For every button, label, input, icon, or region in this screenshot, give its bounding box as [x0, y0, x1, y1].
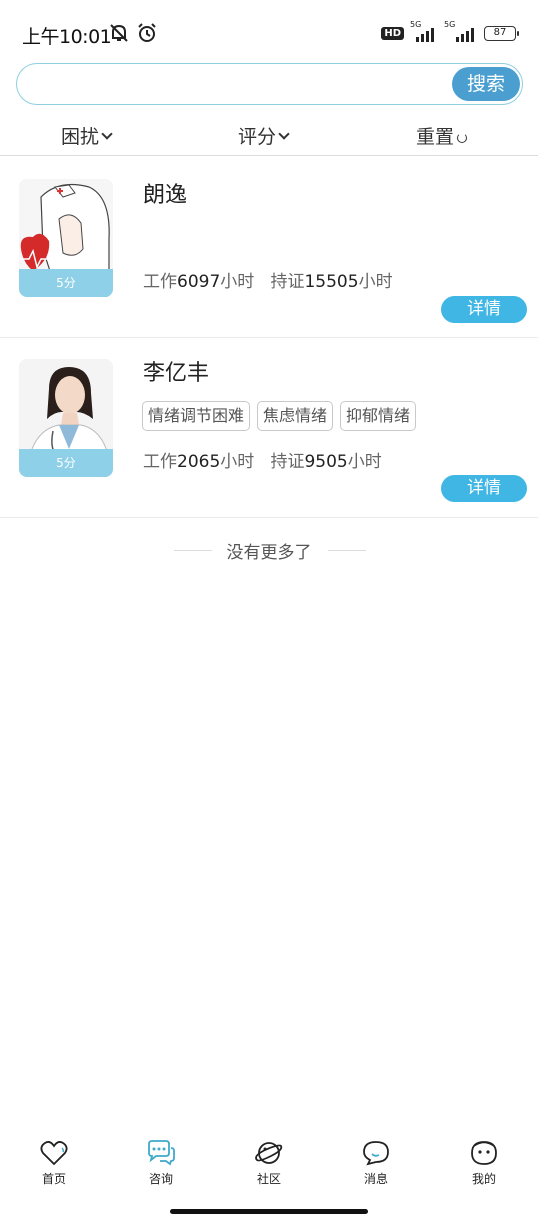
- muted-bell-icon: [108, 22, 130, 48]
- nav-item-profile[interactable]: 我的: [444, 1136, 524, 1187]
- filter-bar: 困扰 评分 重置: [0, 114, 538, 156]
- heart-icon: [14, 1140, 94, 1166]
- nav-item-community[interactable]: 社区: [229, 1136, 309, 1187]
- detail-button[interactable]: 详情: [441, 296, 527, 323]
- chevron-down-icon: [101, 127, 113, 140]
- nav-item-consult[interactable]: 咨询: [121, 1136, 201, 1187]
- nav-label: 咨询: [148, 1172, 173, 1186]
- tag-list: 情绪调节困难 焦虑情绪 抑郁情绪: [142, 401, 417, 431]
- detail-button[interactable]: 详情: [441, 475, 527, 502]
- message-bubble-icon: [336, 1140, 416, 1166]
- nav-label: 消息: [363, 1172, 388, 1186]
- hd-badge: HD: [381, 26, 404, 40]
- search-bar: 搜索: [16, 63, 523, 105]
- counselor-name: 李亿丰: [143, 361, 210, 386]
- counselor-stats: 工作2065小时 持证9505小时: [143, 452, 382, 472]
- list-end-text: 没有更多了: [226, 543, 312, 563]
- chat-bubbles-icon: [121, 1140, 201, 1166]
- battery-icon: 87: [484, 25, 519, 41]
- divider: [328, 550, 366, 551]
- nav-label: 社区: [256, 1172, 281, 1186]
- tag: 情绪调节困难: [142, 401, 251, 431]
- nav-item-home[interactable]: 首页: [14, 1136, 94, 1187]
- nav-item-messages[interactable]: 消息: [336, 1136, 416, 1187]
- counselor-stats: 工作6097小时 持证15505小时: [143, 272, 393, 292]
- tag: 抑郁情绪: [340, 401, 417, 431]
- refresh-icon: [457, 132, 468, 143]
- face-icon: [444, 1140, 524, 1166]
- score-badge: 5分: [19, 449, 113, 477]
- counselor-name: 朗逸: [143, 183, 188, 208]
- signal-icon-2: 5G: [444, 20, 478, 42]
- avatar: 5分: [19, 179, 113, 297]
- status-indicators: HD 5G 5G 87: [381, 20, 519, 42]
- filter-trouble-label: 困扰: [61, 126, 100, 148]
- planet-icon: [229, 1140, 309, 1166]
- bottom-nav: 首页 咨询 社区 消息 我的: [0, 1136, 538, 1200]
- filter-reset-label: 重置: [416, 126, 455, 148]
- counselor-card[interactable]: 5分 李亿丰 情绪调节困难 焦虑情绪 抑郁情绪 工作2065小时 持证9505小…: [0, 337, 538, 518]
- filter-rating-label: 评分: [238, 126, 277, 148]
- nav-label: 我的: [471, 1172, 496, 1186]
- home-indicator[interactable]: [170, 1209, 368, 1214]
- tag: 焦虑情绪: [257, 401, 334, 431]
- score-badge: 5分: [19, 269, 113, 297]
- avatar: 5分: [19, 359, 113, 477]
- chevron-down-icon: [278, 127, 290, 140]
- status-time: 上午10:01: [22, 26, 112, 48]
- signal-icon: 5G: [410, 20, 438, 42]
- search-input[interactable]: [35, 72, 455, 96]
- filter-reset[interactable]: 重置: [416, 122, 468, 149]
- status-bar: 上午10:01 HD 5G 5G 87: [0, 0, 538, 64]
- alarm-clock-icon: [136, 22, 158, 48]
- nav-label: 首页: [41, 1172, 66, 1186]
- filter-trouble[interactable]: 困扰: [61, 122, 113, 149]
- counselor-card[interactable]: 5分 朗逸 工作6097小时 持证15505小时 详情: [0, 157, 538, 338]
- search-button[interactable]: 搜索: [452, 67, 520, 101]
- filter-rating[interactable]: 评分: [238, 122, 290, 149]
